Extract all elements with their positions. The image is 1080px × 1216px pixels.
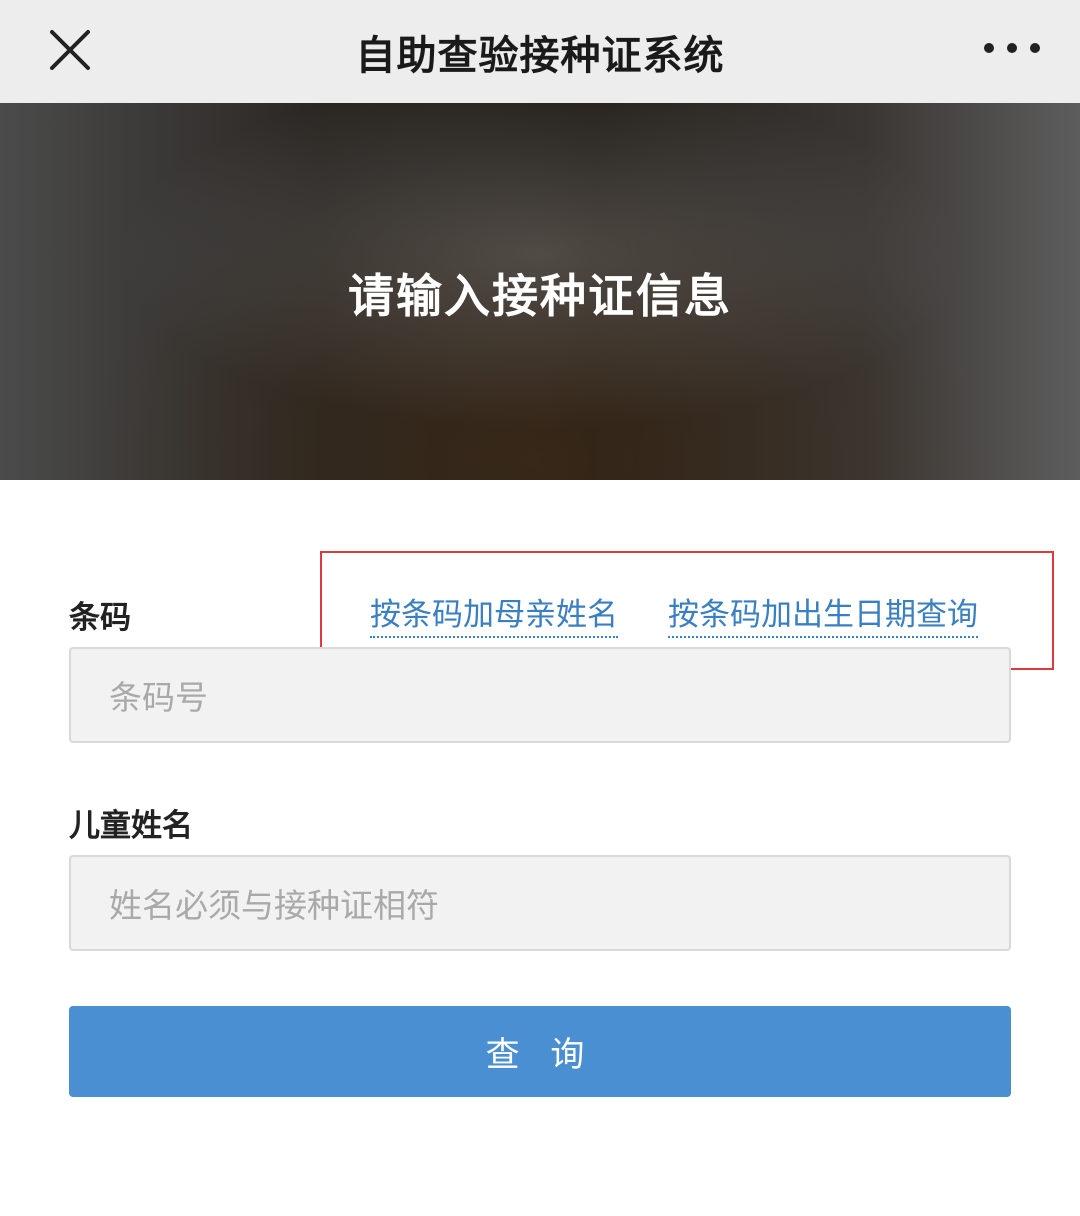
close-icon[interactable] <box>44 24 96 76</box>
hero-banner: 请输入接种证信息 <box>0 103 1080 480</box>
page-title: 自助查验接种证系统 <box>355 32 725 79</box>
title-bar: 自助查验接种证系统 <box>0 0 1080 103</box>
query-button[interactable]: 查 询 <box>69 1006 1011 1097</box>
dot <box>984 43 994 53</box>
search-by-birth-date-link[interactable]: 按条码加出生日期查询 <box>668 589 978 638</box>
dot <box>1030 43 1040 53</box>
dot <box>1007 43 1017 53</box>
search-by-mother-name-link[interactable]: 按条码加母亲姓名 <box>370 589 618 638</box>
more-dots-icon[interactable] <box>984 36 1040 60</box>
barcode-label: 条码 <box>69 600 131 636</box>
hero-title: 请输入接种证信息 <box>348 268 732 323</box>
child-name-label: 儿童姓名 <box>69 808 193 844</box>
child-name-input[interactable]: 姓名必须与接种证相符 <box>69 855 1011 951</box>
barcode-input[interactable]: 条码号 <box>69 647 1011 743</box>
